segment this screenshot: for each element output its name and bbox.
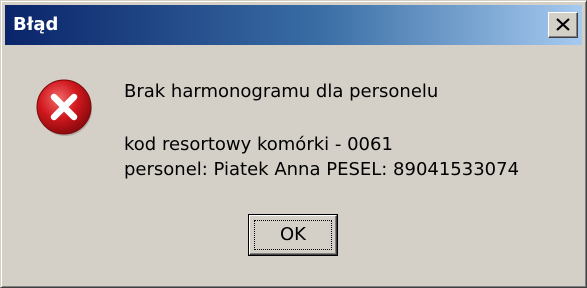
ok-button[interactable]: OK (248, 214, 338, 256)
close-icon (556, 18, 570, 31)
title-bar[interactable]: Błąd (5, 5, 582, 45)
close-button[interactable] (548, 12, 578, 38)
error-dialog: Błąd Brak harmonogramu dla personelu kod… (0, 0, 587, 288)
error-message-personnel: personel: Piatek Anna PESEL: 89041533074 (124, 159, 520, 180)
window-title: Błąd (13, 14, 59, 35)
error-message-title: Brak harmonogramu dla personelu (124, 81, 439, 102)
error-icon (36, 79, 92, 136)
error-message-unit-code: kod resortowy komórki - 0061 (124, 134, 393, 155)
ok-button-label: OK (280, 224, 306, 245)
